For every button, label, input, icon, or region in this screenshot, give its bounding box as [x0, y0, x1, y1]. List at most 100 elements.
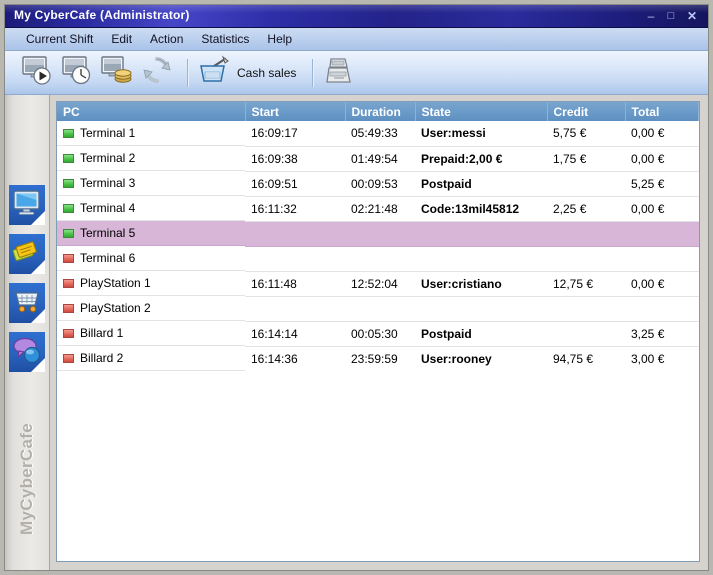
pc-name-label: PlayStation 1 [80, 276, 151, 290]
cell-pc: PlayStation 2 [57, 296, 245, 321]
cell-pc: Billard 1 [57, 321, 245, 346]
cell-credit: 2,25 € [547, 196, 625, 221]
cell-state: Postpaid [415, 321, 547, 346]
cell-pc: Terminal 3 [57, 171, 245, 196]
cell-credit [547, 221, 625, 246]
sidebar-item-chat[interactable] [7, 330, 47, 374]
cell-start [245, 296, 345, 321]
status-led-online-icon [63, 129, 74, 138]
status-led-offline-icon [63, 354, 74, 363]
cell-start: 16:11:48 [245, 271, 345, 296]
column-header-total[interactable]: Total [625, 102, 699, 121]
cell-credit [547, 296, 625, 321]
status-led-offline-icon [63, 304, 74, 313]
table-row[interactable]: Terminal 6 [57, 246, 699, 271]
prepaid-session-button[interactable] [99, 55, 135, 91]
table-row[interactable]: Billard 216:14:3623:59:59User:rooney94,7… [57, 346, 699, 371]
pc-name-label: PlayStation 2 [80, 301, 151, 315]
cell-duration: 01:49:54 [345, 146, 415, 171]
start-session-button[interactable] [19, 55, 55, 91]
table-row[interactable]: PlayStation 2 [57, 296, 699, 321]
cell-pc: Terminal 4 [57, 196, 245, 221]
cell-credit: 1,75 € [547, 146, 625, 171]
pc-name-label: Terminal 6 [80, 251, 135, 265]
refresh-button[interactable] [139, 55, 175, 91]
table-row[interactable]: Terminal 5 [57, 221, 699, 246]
cell-state: Code:13mil45812 [415, 196, 547, 221]
monitor-clock-icon [61, 55, 93, 90]
toolbar-separator-2 [312, 59, 313, 87]
table-row[interactable]: Terminal 116:09:1705:49:33User:messi5,75… [57, 121, 699, 146]
monitor-play-icon [21, 55, 53, 90]
cell-pc: Terminal 6 [57, 246, 245, 271]
status-led-offline-icon [63, 254, 74, 263]
refresh-arrows-icon [142, 55, 172, 90]
main-body: MyCyberCafe PC Start Duration Sta [5, 95, 708, 570]
cell-duration: 02:21:48 [345, 196, 415, 221]
cell-state [415, 221, 547, 246]
pc-name-label: Terminal 2 [80, 151, 135, 165]
status-led-online-icon [63, 204, 74, 213]
content-area: PC Start Duration State Credit Total Ter… [50, 95, 708, 570]
status-led-offline-icon [63, 329, 74, 338]
cell-credit [547, 246, 625, 271]
cell-duration [345, 221, 415, 246]
sidebar-item-tickets[interactable] [7, 232, 47, 276]
column-header-duration[interactable]: Duration [345, 102, 415, 121]
monitor-coins-icon [101, 55, 133, 90]
sidebar-item-computers[interactable] [7, 183, 47, 227]
cell-duration [345, 296, 415, 321]
status-led-online-icon [63, 154, 74, 163]
cell-state: User:cristiano [415, 271, 547, 296]
cash-register-button[interactable] [321, 55, 357, 91]
toolbar: Cash sales [5, 51, 708, 95]
menu-item-help[interactable]: Help [258, 30, 301, 48]
cell-duration: 00:05:30 [345, 321, 415, 346]
timed-session-button[interactable] [59, 55, 95, 91]
cell-duration: 00:09:53 [345, 171, 415, 196]
menu-item-edit[interactable]: Edit [102, 30, 141, 48]
cell-total [625, 221, 699, 246]
app-window: My CyberCafe (Administrator) – □ ✕ Curre… [4, 4, 709, 571]
cell-credit: 12,75 € [547, 271, 625, 296]
table-row[interactable]: PlayStation 116:11:4812:52:04User:cristi… [57, 271, 699, 296]
cell-start: 16:09:17 [245, 121, 345, 146]
status-led-online-icon [63, 229, 74, 238]
brand-label: MyCyberCafe [17, 423, 37, 535]
table-header: PC Start Duration State Credit Total [57, 102, 699, 121]
cell-total: 5,25 € [625, 171, 699, 196]
cash-sales-label: Cash sales [237, 66, 296, 80]
sidebar-item-shop[interactable] [7, 281, 47, 325]
cell-state: User:messi [415, 121, 547, 146]
cell-start: 16:11:32 [245, 196, 345, 221]
cell-total [625, 246, 699, 271]
table-row[interactable]: Billard 116:14:1400:05:30Postpaid3,25 € [57, 321, 699, 346]
minimize-button[interactable]: – [644, 9, 658, 23]
table-row[interactable]: Terminal 416:11:3202:21:48Code:13mil4581… [57, 196, 699, 221]
cell-start: 16:09:51 [245, 171, 345, 196]
menu-item-action[interactable]: Action [141, 30, 192, 48]
close-button[interactable]: ✕ [685, 9, 699, 23]
column-header-start[interactable]: Start [245, 102, 345, 121]
menu-item-statistics[interactable]: Statistics [192, 30, 258, 48]
cell-start: 16:14:36 [245, 346, 345, 371]
table-header-row: PC Start Duration State Credit Total [57, 102, 699, 121]
pc-name-label: Terminal 5 [80, 226, 135, 240]
column-header-credit[interactable]: Credit [547, 102, 625, 121]
brand-watermark: MyCyberCafe [5, 404, 49, 554]
table-row[interactable]: Terminal 216:09:3801:49:54Prepaid:2,00 €… [57, 146, 699, 171]
table-row[interactable]: Terminal 316:09:5100:09:53Postpaid5,25 € [57, 171, 699, 196]
cell-credit: 94,75 € [547, 346, 625, 371]
cell-pc: Terminal 1 [57, 121, 245, 146]
maximize-button[interactable]: □ [664, 9, 678, 23]
cell-state: User:rooney [415, 346, 547, 371]
cell-total [625, 296, 699, 321]
table-empty-area [57, 371, 699, 561]
status-led-online-icon [63, 179, 74, 188]
cash-register-icon [323, 55, 355, 90]
basket-icon [198, 55, 232, 90]
column-header-pc[interactable]: PC [57, 102, 245, 121]
cash-sales-button[interactable]: Cash sales [196, 55, 304, 91]
menu-item-current-shift[interactable]: Current Shift [17, 30, 102, 48]
column-header-state[interactable]: State [415, 102, 547, 121]
